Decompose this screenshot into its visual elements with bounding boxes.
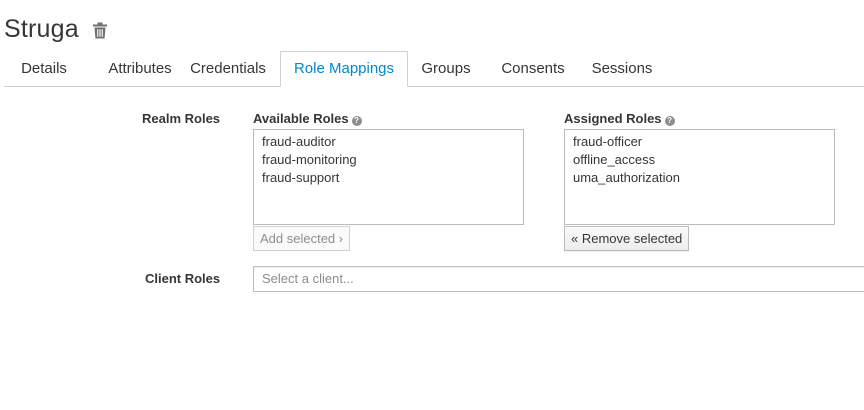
- remove-selected-button[interactable]: « Remove selected: [564, 226, 690, 251]
- available-roles-label: Available Roles: [253, 111, 349, 126]
- assigned-role-option[interactable]: fraud-officer: [565, 133, 834, 151]
- tab-details[interactable]: Details: [4, 51, 84, 86]
- page-title: Struga: [4, 14, 79, 43]
- question-circle-icon[interactable]: ?: [351, 116, 362, 126]
- available-roles-list[interactable]: fraud-auditor fraud-monitoring fraud-sup…: [253, 129, 524, 225]
- client-select[interactable]: Select a client...: [253, 266, 864, 292]
- available-role-option[interactable]: fraud-monitoring: [254, 151, 523, 169]
- available-roles-heading: Available Roles?: [253, 111, 362, 126]
- tab-role-mappings[interactable]: Role Mappings: [280, 51, 408, 87]
- trash-icon[interactable]: [92, 22, 107, 39]
- available-role-option[interactable]: fraud-support: [254, 169, 523, 187]
- realm-roles-label: Realm Roles: [142, 111, 221, 126]
- add-selected-button[interactable]: Add selected ›: [253, 226, 351, 251]
- available-role-option[interactable]: fraud-auditor: [254, 133, 523, 151]
- assigned-role-option[interactable]: offline_access: [565, 151, 834, 169]
- assigned-role-option[interactable]: uma_authorization: [565, 169, 834, 187]
- tab-sessions[interactable]: Sessions: [585, 51, 659, 86]
- assigned-roles-list[interactable]: fraud-officer offline_access uma_authori…: [564, 129, 835, 225]
- assigned-roles-label: Assigned Roles: [564, 111, 662, 126]
- assigned-roles-heading: Assigned Roles?: [564, 111, 675, 126]
- tab-groups[interactable]: Groups: [411, 51, 481, 86]
- client-roles-label: Client Roles: [145, 271, 221, 286]
- tab-bar: Details Attributes Credentials Role Mapp…: [4, 51, 864, 87]
- tab-credentials[interactable]: Credentials: [180, 51, 276, 86]
- tab-consents[interactable]: Consents: [493, 51, 573, 86]
- title-row: Struga: [4, 12, 107, 46]
- page: Struga Details Attributes Credentials Ro…: [0, 0, 864, 410]
- question-circle-icon[interactable]: ?: [664, 116, 675, 126]
